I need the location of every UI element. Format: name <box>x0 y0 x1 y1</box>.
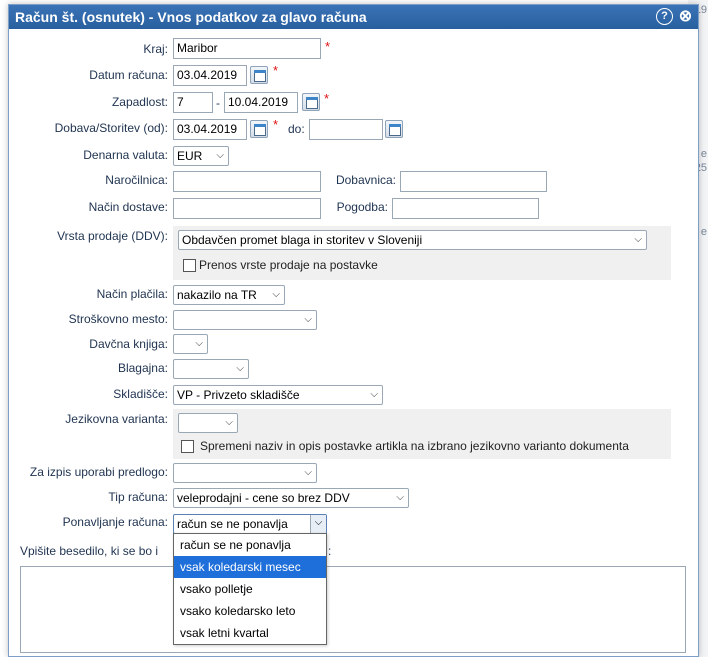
background-text: e <box>700 148 707 160</box>
chevron-down-icon: ⌵ <box>195 338 203 349</box>
dobavnica-input[interactable] <box>400 171 547 192</box>
background-text: e <box>700 226 707 238</box>
stroskovno-mesto-label: Stroškovno mesto: <box>68 312 168 326</box>
pogodba-input[interactable] <box>392 198 539 219</box>
skladisce-label: Skladišče: <box>113 387 168 401</box>
dropdown-option[interactable]: vsako koledarsko leto <box>174 600 326 622</box>
calendar-icon[interactable] <box>250 120 268 138</box>
chevron-down-icon: ⌵ <box>304 467 312 478</box>
stroskovno-mesto-select[interactable]: ⌵ <box>173 310 317 330</box>
chevron-down-icon: ⌵ <box>216 150 224 161</box>
dobava-do-input[interactable] <box>309 119 383 140</box>
kraj-label: Kraj: <box>143 42 168 56</box>
required-marker: * <box>325 39 331 54</box>
chevron-down-icon: ⌵ <box>236 363 244 374</box>
required-marker: * <box>273 63 279 78</box>
blagajna-label: Blagajna: <box>117 361 168 375</box>
nacin-placila-label: Način plačila: <box>96 287 168 301</box>
dropdown-option-highlighted[interactable]: vsak koledarski mesec <box>174 556 326 578</box>
chevron-down-icon[interactable]: ⌵ <box>310 515 326 533</box>
calendar-icon[interactable] <box>302 93 320 111</box>
required-marker: * <box>273 117 279 132</box>
dropdown-option[interactable]: račun se ne ponavlja <box>174 534 326 556</box>
spremeni-naziv-checkbox[interactable] <box>181 440 194 453</box>
tip-racuna-label: Tip računa: <box>108 490 168 504</box>
zapadlost-label: Zapadlost: <box>111 95 168 109</box>
chevron-down-icon: ⌵ <box>272 289 280 300</box>
jezikovna-varianta-label: Jezikovna varianta: <box>65 412 168 426</box>
valuta-label: Denarna valuta: <box>83 148 168 162</box>
calendar-icon[interactable] <box>250 66 268 84</box>
nacin-placila-select[interactable]: nakazilo na TR ⌵ <box>173 285 285 305</box>
dobava-label: Dobava/Storitev (od): <box>54 121 168 135</box>
spremeni-naziv-label: Spremeni naziv in opis postavke artikla … <box>200 439 629 453</box>
zapadlost-dash: - <box>216 96 220 110</box>
narocilnica-input[interactable] <box>173 171 321 192</box>
valuta-value: EUR <box>177 149 203 163</box>
kraj-input[interactable]: Maribor <box>173 38 321 59</box>
help-icon[interactable]: ? <box>656 8 673 25</box>
davcna-knjiga-select[interactable]: ⌵ <box>173 334 208 354</box>
dialog-title: Račun št. (osnutek) - Vnos podatkov za g… <box>15 9 367 25</box>
tip-racuna-select[interactable]: veleprodajni - cene so brez DDV ⌵ <box>173 488 409 508</box>
chevron-down-icon: ⌵ <box>634 234 642 245</box>
calendar-icon[interactable] <box>385 120 403 138</box>
ponavljanje-dropdown-list: račun se ne ponavlja vsak koledarski mes… <box>173 533 327 645</box>
datum-label: Datum računa: <box>89 68 168 82</box>
besedilo-textarea[interactable] <box>20 566 686 653</box>
chevron-down-icon: ⌵ <box>225 417 233 428</box>
zapadlost-days-input[interactable]: 7 <box>173 92 213 113</box>
zapadlost-date-input[interactable]: 10.04.2019 <box>224 92 298 113</box>
blagajna-select[interactable]: ⌵ <box>173 359 249 379</box>
predloga-label: Za izpis uporabi predlogo: <box>29 465 168 479</box>
dialog-titlebar: Račun št. (osnutek) - Vnos podatkov za g… <box>9 5 698 29</box>
prenos-vrste-checkbox[interactable] <box>183 259 196 272</box>
dropdown-option[interactable]: vsako polletje <box>174 578 326 600</box>
jezikovna-varianta-select[interactable]: ⌵ <box>178 413 238 433</box>
chevron-down-icon: ⌵ <box>304 314 312 325</box>
dobava-do-label: do: <box>288 122 305 136</box>
chevron-down-icon: ⌵ <box>370 389 378 400</box>
skladisce-value: VP - Privzeto skladišče <box>177 388 300 402</box>
nacin-dostave-label: Način dostave: <box>88 200 168 214</box>
besedilo-label: Vpišite besedilo, ki se bo i <box>20 544 159 558</box>
dropdown-option[interactable]: vsak letni kvartal <box>174 622 326 644</box>
close-icon[interactable]: ⊗ <box>677 8 694 25</box>
besedilo-label-end: : <box>328 544 332 558</box>
tip-racuna-value: veleprodajni - cene so brez DDV <box>177 491 350 505</box>
ponavljanje-select[interactable]: račun se ne ponavlja ⌵ <box>173 514 327 534</box>
narocilnica-label: Naročilnica: <box>105 173 168 187</box>
ponavljanje-label: Ponavljanje računa: <box>62 515 168 529</box>
dobavnica-label: Dobavnica: <box>335 173 396 187</box>
datum-input[interactable]: 03.04.2019 <box>173 65 247 86</box>
pogodba-label: Pogodba: <box>336 200 388 214</box>
vrsta-prodaje-select[interactable]: Obdavčen promet blaga in storitev v Slov… <box>178 230 647 250</box>
dobava-od-input[interactable]: 03.04.2019 <box>173 119 247 140</box>
vrsta-prodaje-label: Vrsta prodaje (DDV): <box>57 229 168 243</box>
nacin-dostave-input[interactable] <box>173 198 321 219</box>
vrsta-prodaje-value: Obdavčen promet blaga in storitev v Slov… <box>182 233 423 247</box>
required-marker: * <box>324 91 330 106</box>
chevron-down-icon: ⌵ <box>396 492 404 503</box>
davcna-knjiga-label: Davčna knjiga: <box>89 337 168 351</box>
valuta-select[interactable]: EUR ⌵ <box>173 146 229 166</box>
skladisce-select[interactable]: VP - Privzeto skladišče ⌵ <box>173 385 383 405</box>
nacin-placila-value: nakazilo na TR <box>177 288 257 302</box>
prenos-vrste-label: Prenos vrste prodaje na postavke <box>199 258 378 272</box>
ponavljanje-value: račun se ne ponavlja <box>177 517 288 531</box>
predloga-select[interactable]: ⌵ <box>173 463 317 483</box>
